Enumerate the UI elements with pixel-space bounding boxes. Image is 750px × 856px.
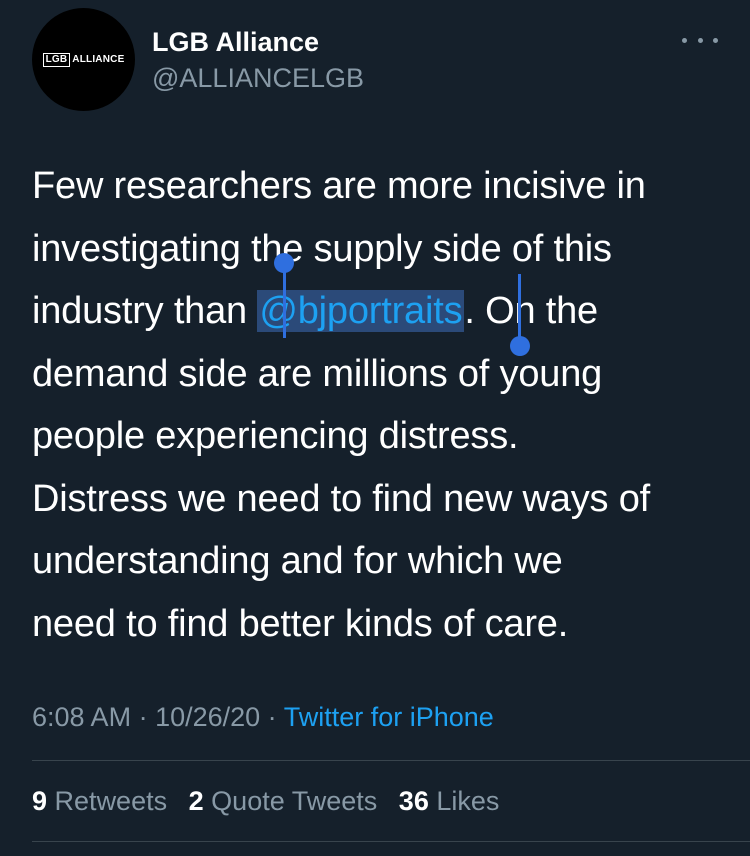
divider — [32, 760, 750, 761]
selection-end-handle[interactable] — [510, 336, 530, 356]
tweet-text-segment: industry than — [32, 290, 258, 332]
mention-text: @bjportraits — [259, 290, 463, 332]
more-dot — [682, 37, 687, 43]
tweet-line: people experiencing distress. — [32, 415, 519, 457]
selection-end-bar — [518, 274, 521, 344]
divider — [32, 841, 750, 842]
author-handle[interactable]: @ALLIANCELGB — [152, 62, 364, 94]
quote-tweets-stat[interactable]: 2 Quote Tweets — [189, 786, 378, 816]
tweet-text: Few researchers are more incisive in inv… — [32, 155, 732, 655]
tweet-meta: 6:08 AM · 10/26/20 · Twitter for iPhone — [32, 700, 494, 734]
meta-separator: · — [260, 702, 284, 732]
logo-text: ALLIANCE — [72, 54, 125, 65]
more-horizontal-icon[interactable] — [682, 28, 718, 52]
likes-label: Likes — [436, 786, 500, 816]
logo-box-text: LGB — [42, 52, 71, 67]
author-display-name[interactable]: LGB Alliance — [152, 26, 319, 58]
tweet-text-segment: . On the — [464, 290, 598, 332]
tweet-line: investigating the supply side of this — [32, 227, 612, 270]
tweet-line: Few researchers are more incisive in — [32, 165, 646, 207]
mention-link[interactable]: @bjportraits — [257, 290, 465, 332]
lgb-alliance-logo: LGB ALLIANCE — [42, 52, 125, 67]
selection-start-bar — [283, 270, 286, 338]
more-dot — [713, 37, 718, 43]
likes-stat[interactable]: 36 Likes — [399, 786, 500, 816]
more-dot — [697, 37, 703, 43]
tweet-line-with-mention: industry than @bjportraits. On the — [32, 280, 732, 343]
tweet-time: 6:08 AM — [32, 702, 132, 732]
meta-separator: · — [131, 702, 156, 732]
tweet-line: understanding and for which we — [32, 540, 563, 582]
tweet-line: demand side are millions of young — [32, 352, 603, 395]
retweets-label: Retweets — [54, 786, 168, 816]
retweets-stat[interactable]: 9 Retweets — [32, 786, 167, 816]
tweet-source-link[interactable]: Twitter for iPhone — [284, 702, 494, 732]
tweet-line: Distress we need to find new ways of — [32, 477, 650, 520]
tweet-line: need to find better kinds of care. — [32, 602, 569, 645]
tweet-stats: 9 Retweets 2 Quote Tweets 36 Likes — [32, 784, 513, 818]
tweet-date: 10/26/20 — [155, 702, 261, 732]
likes-count: 36 — [398, 786, 429, 816]
avatar[interactable]: LGB ALLIANCE — [32, 8, 135, 111]
quote-tweets-label: Quote Tweets — [211, 786, 378, 816]
retweets-count: 9 — [32, 786, 48, 816]
quote-tweets-count: 2 — [188, 786, 204, 816]
